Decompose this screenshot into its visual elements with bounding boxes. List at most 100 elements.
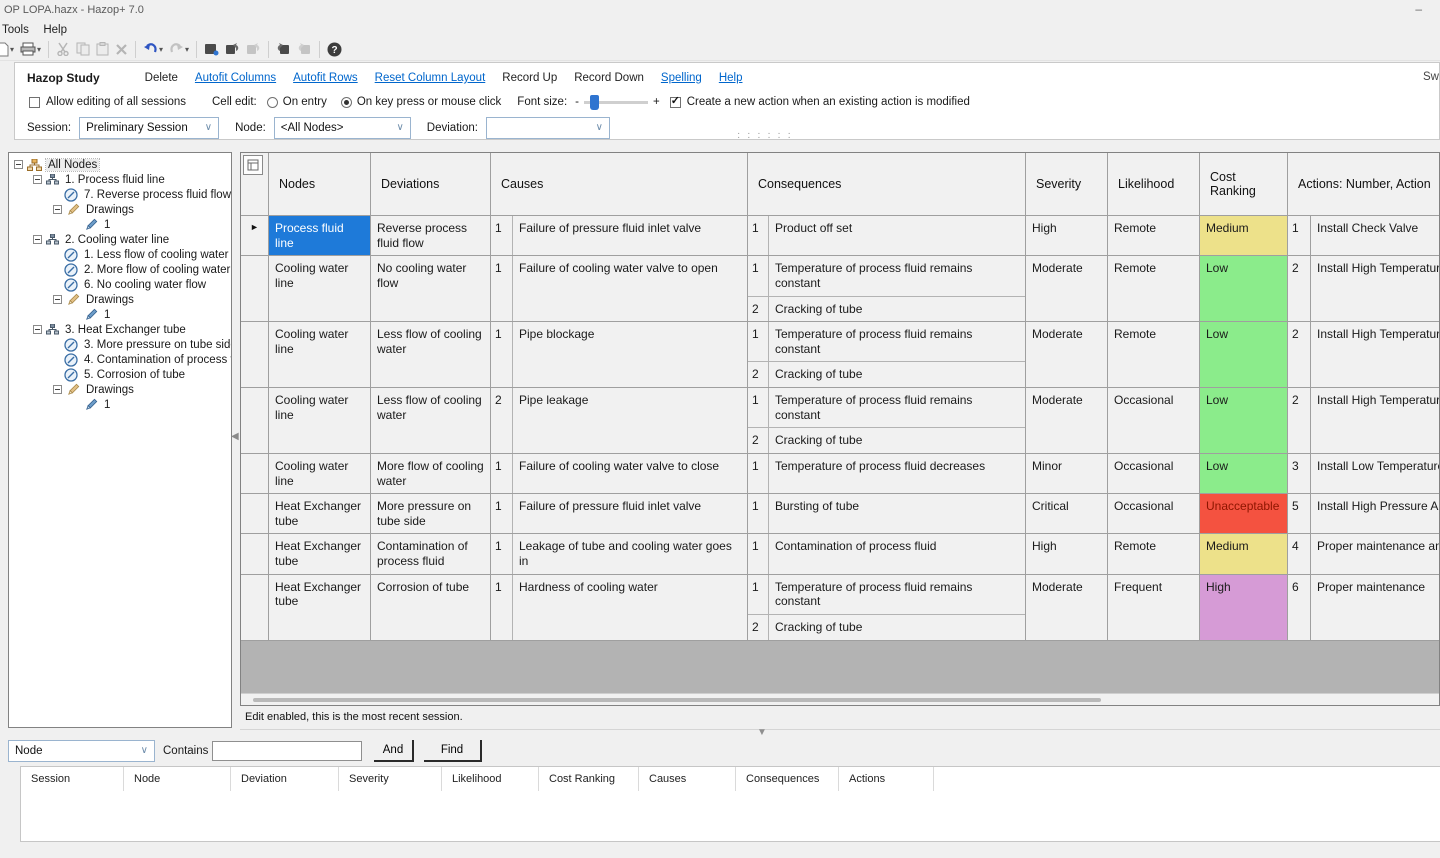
header-consequences[interactable]: Consequences [748,153,1026,215]
copy-button[interactable] [74,39,92,59]
cost-ranking-cell[interactable]: Medium [1200,534,1288,573]
cost-ranking-cell[interactable]: Unacceptable [1200,494,1288,533]
action-text[interactable]: Install High Temperature [1311,256,1440,321]
header-actions[interactable]: Actions: Number, Action [1288,153,1440,215]
deviation-cell[interactable]: No cooling water flow [371,256,491,321]
tree-item-all-nodes[interactable]: All Nodes [9,157,231,172]
node-cell[interactable]: Cooling water line [269,322,371,387]
new-action-checkbox[interactable]: ✓ [670,97,681,108]
action-text[interactable]: Install Check Valve [1311,216,1440,255]
consequences-cell[interactable]: 1Temperature of process fluid decreases [748,454,1026,493]
consequences-cell[interactable]: 1Temperature of process fluid remains co… [748,388,1026,453]
menu-help[interactable]: Help [41,22,75,36]
help-button[interactable]: ? [325,39,344,59]
and-button[interactable]: And [374,740,414,762]
consequence-text[interactable]: Product off set [769,216,1025,255]
row-selector-cell[interactable] [241,388,269,453]
header-severity[interactable]: Severity [1026,153,1108,215]
find-input[interactable] [212,741,362,761]
table-row[interactable]: Cooling water line More flow of cooling … [241,454,1439,494]
likelihood-cell[interactable]: Remote [1108,534,1200,573]
consequences-cell[interactable]: 1Contamination of process fluid [748,534,1026,573]
consequence-text[interactable]: Cracking of tube [769,615,1025,640]
expander-icon[interactable] [14,160,23,169]
results-header-actions[interactable]: Actions [839,767,934,791]
deviation-cell[interactable]: More pressure on tube side [371,494,491,533]
delete-command[interactable]: Delete [145,72,178,84]
tree-item-deviation[interactable]: 4. Contamination of process fluid [9,352,231,367]
minimize-button[interactable]: – [1415,2,1422,16]
record-up-command[interactable]: Record Up [502,72,557,84]
tree-item-deviation[interactable]: 2. More flow of cooling water [9,262,231,277]
select-all-button[interactable] [243,155,263,175]
consequence-text[interactable]: Contamination of process fluid [769,534,1025,573]
severity-cell[interactable]: Minor [1026,454,1108,493]
action-text[interactable]: Install High Temperature [1311,322,1440,387]
expander-icon[interactable] [33,235,42,244]
node-cell[interactable]: Cooling water line [269,256,371,321]
tree-item-drawing[interactable]: 1 [9,307,231,322]
causes-cell[interactable]: 1 Hardness of cooling water [491,575,748,640]
likelihood-cell[interactable]: Remote [1108,322,1200,387]
font-size-minus[interactable]: - [575,96,579,108]
likelihood-cell[interactable]: Frequent [1108,575,1200,640]
consequence-text[interactable]: Temperature of process fluid decreases [769,454,1025,493]
tree-item-node[interactable]: 2. Cooling water line [9,232,231,247]
font-size-slider[interactable] [584,101,648,104]
node-cell[interactable]: Cooling water line [269,454,371,493]
cause-text[interactable]: Pipe leakage [513,388,747,453]
deviation-cell[interactable]: Less flow of cooling water [371,322,491,387]
cause-text[interactable]: Hardness of cooling water [513,575,747,640]
cost-ranking-cell[interactable]: Low [1200,322,1288,387]
severity-cell[interactable]: Moderate [1026,388,1108,453]
table-row[interactable]: Cooling water line Less flow of cooling … [241,388,1439,454]
cause-text[interactable]: Leakage of tube and cooling water goes i… [513,534,747,573]
session-dropdown[interactable]: Preliminary Session ∨ [79,117,219,139]
table-row[interactable]: Cooling water line No cooling water flow… [241,256,1439,322]
results-header-session[interactable]: Session [21,767,124,791]
redo-button[interactable]: ▾ [167,39,191,59]
severity-cell[interactable]: Critical [1026,494,1108,533]
slider-thumb[interactable] [590,95,599,110]
header-nodes[interactable]: Nodes [269,153,371,215]
deviation-cell[interactable]: Contamination of process fluid [371,534,491,573]
splitter-grip-dots[interactable]: · · · · · · · · · · · · · [737,132,795,138]
cost-ranking-cell[interactable]: High [1200,575,1288,640]
action-text[interactable]: Install High Pressure Al [1311,494,1440,533]
deviation-cell[interactable]: Reverse process fluid flow [371,216,491,255]
node-cell[interactable]: Cooling water line [269,388,371,453]
row-selector-cell[interactable] [241,575,269,640]
tree-item-deviation[interactable]: 3. More pressure on tube side [9,337,231,352]
causes-cell[interactable]: 1 Leakage of tube and cooling water goes… [491,534,748,573]
consequence-text[interactable]: Temperature of process fluid remains con… [769,388,1025,427]
consequence-text[interactable]: Bursting of tube [769,494,1025,533]
deviation-cell[interactable]: More flow of cooling water [371,454,491,493]
collapse-left-icon[interactable]: ◀ [231,431,239,442]
collapse-down-icon[interactable]: ▼ [757,727,767,738]
header-likelihood[interactable]: Likelihood [1108,153,1200,215]
cause-text[interactable]: Failure of pressure fluid inlet valve [513,216,747,255]
node-dropdown[interactable]: <All Nodes> ∨ [274,117,411,139]
node-cell[interactable]: Heat Exchanger tube [269,534,371,573]
action-text[interactable]: Install High Temperature [1311,388,1440,453]
expander-icon[interactable] [33,325,42,334]
likelihood-cell[interactable]: Remote [1108,216,1200,255]
deviation-cell[interactable]: Less flow of cooling water [371,388,491,453]
undo-button[interactable]: ▾ [141,39,165,59]
likelihood-cell[interactable]: Occasional [1108,388,1200,453]
consequences-cell[interactable]: 1Temperature of process fluid remains co… [748,322,1026,387]
record-down-button[interactable] [244,39,263,59]
results-header-likelihood[interactable]: Likelihood [442,767,539,791]
menu-tools[interactable]: Tools [0,22,37,36]
row-selector-cell[interactable] [241,494,269,533]
table-row[interactable]: Heat Exchanger tube More pressure on tub… [241,494,1439,534]
consequence-text[interactable]: Temperature of process fluid remains con… [769,256,1025,295]
node-cell[interactable]: Heat Exchanger tube [269,575,371,640]
on-entry-radio[interactable] [267,97,278,108]
causes-cell[interactable]: 1 Failure of pressure fluid inlet valve [491,216,748,255]
allow-editing-checkbox[interactable] [29,97,40,108]
tree-item-node[interactable]: 1. Process fluid line [9,172,231,187]
find-field-dropdown[interactable]: Node ∨ [8,740,155,762]
node-cell[interactable]: Process fluid line [269,216,371,255]
new-document-button[interactable]: ▾ [0,39,16,59]
